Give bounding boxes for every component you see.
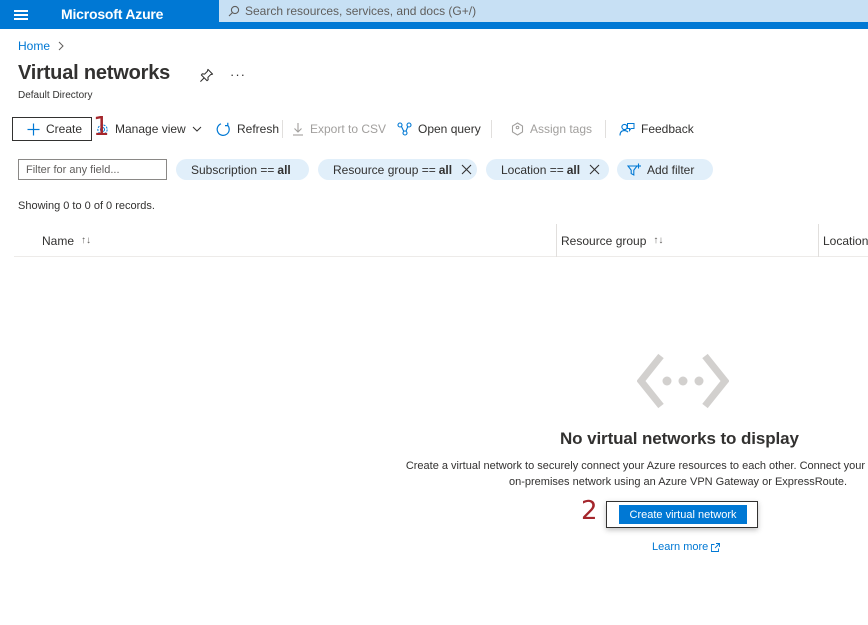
learn-more-link[interactable]: Learn more bbox=[652, 541, 721, 553]
table-header: Name ↑↓ Resource group ↑↓ Location bbox=[14, 224, 868, 257]
breadcrumb-home-link[interactable]: Home bbox=[18, 39, 50, 53]
page-title: Virtual networks bbox=[18, 62, 171, 84]
column-header-resource-group[interactable]: Resource group ↑↓ bbox=[561, 224, 663, 257]
refresh-icon bbox=[216, 122, 230, 136]
feedback-label: Feedback bbox=[641, 122, 694, 136]
column-divider[interactable] bbox=[818, 224, 819, 257]
refresh-button[interactable]: Refresh bbox=[216, 117, 279, 141]
open-query-button[interactable]: Open query bbox=[397, 117, 481, 141]
column-header-location[interactable]: Location bbox=[823, 224, 868, 257]
column-header-label: Resource group bbox=[561, 233, 647, 248]
column-header-label: Name bbox=[42, 233, 75, 248]
filter-input[interactable] bbox=[18, 159, 167, 180]
external-link-icon bbox=[711, 542, 721, 552]
pin-icon[interactable] bbox=[199, 68, 214, 83]
brand-name[interactable]: Microsoft Azure bbox=[61, 6, 163, 22]
tag-icon bbox=[511, 122, 524, 136]
page-subtitle: Default Directory bbox=[18, 90, 93, 101]
add-filter-label: Add filter bbox=[647, 162, 695, 177]
open-query-label: Open query bbox=[418, 122, 481, 136]
export-csv-label: Export to CSV bbox=[310, 122, 387, 136]
assign-tags-label: Assign tags bbox=[530, 122, 593, 136]
sort-icon: ↑↓ bbox=[81, 235, 92, 246]
assign-tags-button[interactable]: Assign tags bbox=[511, 117, 592, 141]
add-filter-icon bbox=[627, 163, 641, 176]
resource-group-filter-value: all bbox=[438, 162, 453, 177]
feedback-button[interactable]: Feedback bbox=[619, 117, 694, 141]
annotation-step-2: 2 bbox=[581, 496, 598, 526]
toolbar-divider bbox=[605, 120, 606, 138]
breadcrumb: Home bbox=[18, 39, 65, 53]
remove-filter-icon[interactable] bbox=[461, 164, 472, 175]
learn-more-label: Learn more bbox=[652, 541, 709, 553]
column-header-name[interactable]: Name ↑↓ bbox=[42, 224, 91, 257]
hamburger-menu-icon[interactable] bbox=[14, 10, 28, 20]
subscription-filter-pill[interactable]: Subscription == all bbox=[176, 159, 309, 180]
create-button[interactable]: Create bbox=[12, 117, 92, 141]
create-virtual-network-button[interactable]: Create virtual network bbox=[619, 505, 747, 524]
create-label: Create bbox=[46, 122, 83, 136]
subscription-filter-value: all bbox=[277, 162, 291, 177]
empty-state-description-line2: on-premises network using an Azure VPN G… bbox=[509, 476, 848, 488]
remove-filter-icon[interactable] bbox=[589, 164, 600, 175]
location-filter-label: Location == bbox=[501, 162, 564, 177]
records-count: Showing 0 to 0 of 0 records. bbox=[18, 200, 155, 212]
resource-group-filter-label: Resource group == bbox=[333, 162, 436, 177]
sort-icon: ↑↓ bbox=[653, 235, 664, 246]
chevron-right-icon bbox=[58, 41, 64, 51]
empty-state-description: Create a virtual network to securely con… bbox=[405, 460, 865, 472]
virtual-network-icon bbox=[637, 353, 729, 409]
column-divider[interactable] bbox=[556, 224, 557, 257]
location-filter-pill[interactable]: Location == all bbox=[486, 159, 609, 180]
toolbar-divider bbox=[491, 120, 492, 138]
toolbar-divider bbox=[282, 120, 283, 138]
more-options-icon[interactable]: ··· bbox=[230, 67, 246, 82]
chevron-down-icon bbox=[192, 126, 202, 132]
empty-state-title: No virtual networks to display bbox=[560, 429, 799, 448]
refresh-label: Refresh bbox=[237, 122, 280, 136]
manage-view-button[interactable]: Manage view bbox=[96, 117, 202, 141]
top-navigation-bar: Microsoft Azure Search resources, servic… bbox=[0, 0, 868, 29]
feedback-icon bbox=[619, 122, 635, 136]
export-csv-button[interactable]: Export to CSV bbox=[292, 117, 386, 141]
global-search-box[interactable]: Search resources, services, and docs (G+… bbox=[219, 0, 868, 22]
download-icon bbox=[293, 123, 303, 136]
resource-group-filter-pill[interactable]: Resource group == all bbox=[318, 159, 477, 180]
column-header-label: Location bbox=[823, 233, 868, 248]
add-filter-button[interactable]: Add filter bbox=[617, 159, 713, 180]
manage-view-label: Manage view bbox=[115, 122, 186, 136]
location-filter-value: all bbox=[566, 162, 581, 177]
query-icon bbox=[397, 122, 412, 136]
subscription-filter-label: Subscription == bbox=[191, 162, 275, 177]
annotation-step-1: 1 bbox=[93, 112, 110, 142]
search-placeholder[interactable]: Search resources, services, and docs (G+… bbox=[245, 4, 476, 18]
search-icon bbox=[228, 5, 240, 17]
plus-icon bbox=[27, 123, 40, 135]
